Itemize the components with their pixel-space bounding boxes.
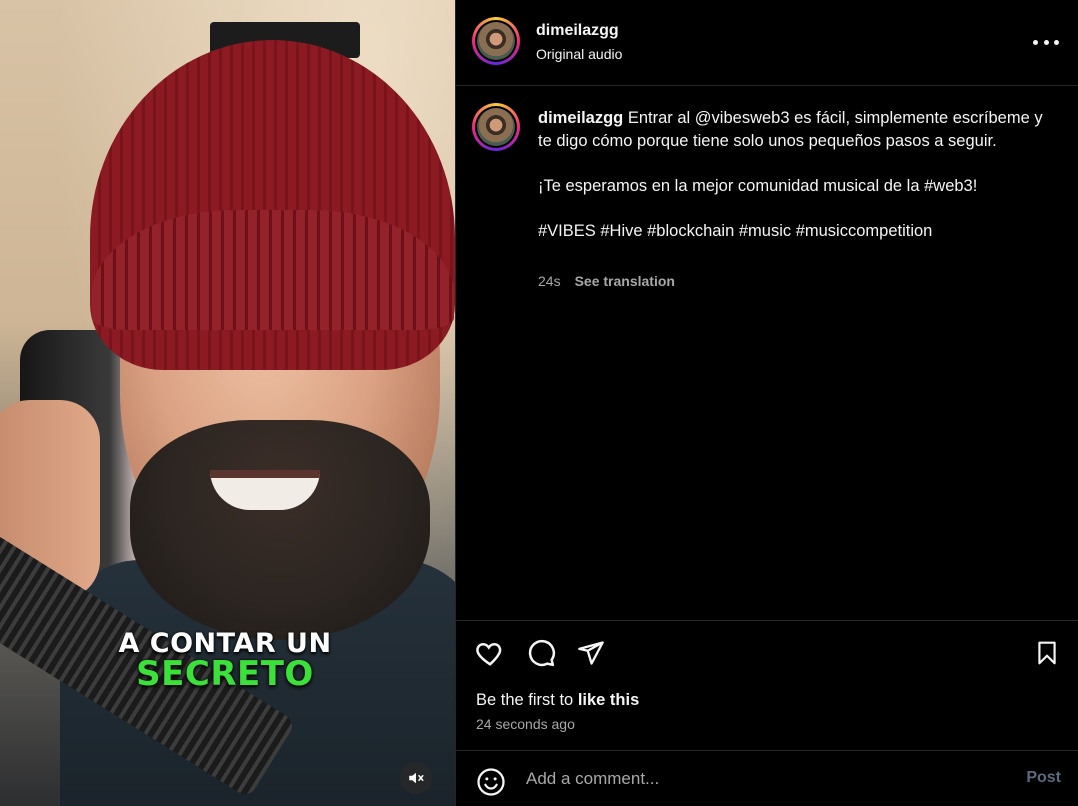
post-header: dimeilazgg Original audio	[456, 0, 1078, 86]
post-comment-button[interactable]: Post	[1026, 769, 1061, 787]
save-button[interactable]	[1031, 637, 1063, 669]
more-options-button[interactable]	[1033, 32, 1059, 52]
share-icon	[578, 641, 604, 665]
post-age: 24s	[538, 273, 561, 289]
speaker-muted-icon	[409, 772, 424, 784]
emoji-icon	[477, 768, 505, 796]
caption-text: dimeilazgg Entrar al @vibesweb3 es fácil…	[538, 107, 1058, 242]
share-button[interactable]	[575, 637, 607, 669]
caption-meta: 24s See translation	[538, 273, 675, 289]
comment-icon	[528, 639, 555, 667]
caption-avatar[interactable]	[472, 103, 520, 151]
comment-input[interactable]	[526, 765, 996, 793]
emoji-button[interactable]	[476, 767, 506, 797]
original-audio-link[interactable]: Original audio	[536, 46, 622, 62]
post-panel: dimeilazgg Original audio dimeilazgg Ent…	[455, 0, 1078, 806]
reel-video[interactable]: A CONTAR UN SECRETO	[0, 0, 455, 806]
header-username[interactable]: dimeilazgg	[536, 22, 619, 40]
video-beard	[130, 420, 430, 640]
post-timestamp: 24 seconds ago	[476, 716, 575, 732]
caption-username[interactable]: dimeilazgg	[538, 109, 623, 127]
more-options-icon	[1033, 39, 1038, 45]
comment-bar: Post	[456, 750, 1078, 806]
action-bar: Be the first to like this 24 seconds ago	[456, 620, 1078, 750]
like-button[interactable]	[474, 637, 506, 669]
video-caption-line2: SECRETO	[136, 654, 314, 694]
likes-summary: Be the first to like this	[476, 691, 639, 710]
author-avatar[interactable]	[472, 17, 520, 65]
likes-prefix: Be the first to	[476, 691, 574, 709]
see-translation-link[interactable]: See translation	[575, 273, 675, 289]
mute-button[interactable]	[400, 762, 432, 794]
comment-button[interactable]	[525, 637, 557, 669]
like-this-link[interactable]: like this	[578, 691, 639, 709]
bookmark-icon	[1038, 641, 1056, 665]
heart-icon	[476, 642, 502, 666]
caption-hashtags[interactable]: #VIBES #Hive #blockchain #music #musicco…	[538, 220, 1058, 243]
caption-body-second: ¡Te esperamos en la mejor comunidad musi…	[538, 176, 978, 195]
video-beanie-cuff	[92, 210, 454, 330]
